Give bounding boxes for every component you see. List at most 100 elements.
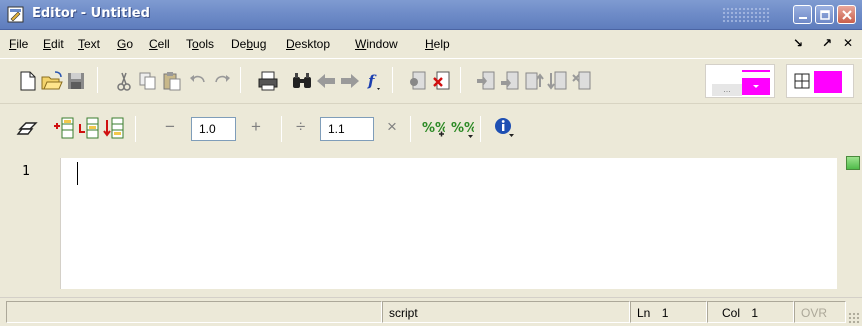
editor-app-icon: [7, 6, 24, 23]
function-button[interactable]: f: [362, 69, 386, 93]
stack-selector[interactable]: ...: [705, 64, 775, 98]
remove-comment-icon: %%: [451, 121, 474, 138]
svg-text:f: f: [367, 72, 377, 90]
menu-cell[interactable]: Cell: [149, 37, 170, 51]
column-value: 1: [751, 306, 759, 320]
step-icon: [477, 71, 495, 90]
stack-placeholder: ...: [712, 84, 742, 96]
print-button[interactable]: [256, 69, 280, 93]
new-document-button[interactable]: [16, 69, 40, 93]
exit-debug-button[interactable]: [570, 69, 594, 93]
back-button[interactable]: [314, 69, 338, 93]
status-message: [6, 301, 382, 323]
menu-help[interactable]: Help: [425, 37, 450, 51]
menu-debug[interactable]: Debug: [231, 37, 266, 51]
dock-arrow-icon[interactable]: ↗: [822, 36, 832, 50]
redo-button[interactable]: [210, 69, 234, 93]
menu-tools[interactable]: Tools: [186, 37, 214, 51]
window-title: Editor - Untitled: [32, 6, 150, 21]
close-icon: [842, 10, 852, 20]
paste-button[interactable]: [160, 69, 184, 93]
menu-desktop[interactable]: Desktop: [286, 37, 330, 51]
multiply-button[interactable]: ×: [387, 117, 397, 137]
forward-button[interactable]: [338, 69, 362, 93]
divide-button[interactable]: ÷: [296, 117, 305, 137]
save-button[interactable]: [64, 69, 88, 93]
status-column: Col 1: [707, 301, 794, 323]
step-in-button[interactable]: [498, 69, 522, 93]
menu-edit[interactable]: Edit: [43, 37, 64, 51]
svg-text:%%: %%: [451, 121, 474, 136]
right-margin: [839, 158, 862, 289]
cell-mode-button[interactable]: [16, 117, 40, 141]
status-mode: script: [382, 301, 630, 323]
set-breakpoint-button[interactable]: [406, 69, 430, 93]
clear-breakpoint-button[interactable]: [430, 69, 454, 93]
open-button[interactable]: [40, 69, 64, 93]
editor-area: 1: [0, 154, 862, 297]
menu-text[interactable]: Text: [78, 37, 100, 51]
remove-comment-button[interactable]: %%: [450, 117, 474, 141]
cut-button[interactable]: [112, 69, 136, 93]
chevron-down-icon: [753, 85, 759, 88]
code-analyzer-indicator[interactable]: [846, 156, 860, 170]
divide-value-field[interactable]: 1.1: [320, 117, 374, 141]
undo-icon: [190, 75, 205, 83]
clear-breakpoint-icon: [433, 71, 450, 90]
line-value: 1: [661, 306, 669, 320]
save-icon: [68, 73, 84, 89]
info-button[interactable]: [493, 116, 517, 140]
minimize-icon: [799, 17, 807, 19]
cell-toolbar: − 1.0 + ÷ 1.1 × %% %%: [0, 103, 862, 153]
decrement-button[interactable]: −: [165, 117, 175, 137]
toolbar-separator: [281, 116, 282, 142]
maximize-button[interactable]: [815, 5, 834, 24]
overwrite-indicator: OVR: [794, 301, 846, 323]
eval-cell-button[interactable]: [77, 116, 101, 140]
toolbar-separator: [97, 67, 98, 93]
step-button[interactable]: [474, 69, 498, 93]
redo-icon: [215, 75, 230, 83]
copy-icon: [139, 72, 156, 90]
dock-layout-icon[interactable]: [814, 71, 842, 91]
info-icon: [495, 118, 514, 137]
toolbar-separator: [460, 67, 461, 93]
eval-cell-icon: [79, 117, 99, 139]
layout-panel: [786, 64, 854, 98]
eval-advance-button[interactable]: [102, 116, 126, 140]
title-bar[interactable]: Editor - Untitled: [0, 0, 862, 30]
undo-button[interactable]: [186, 69, 210, 93]
cut-icon: [117, 72, 131, 91]
line-number-gutter: 1: [0, 154, 60, 289]
find-button[interactable]: [290, 69, 314, 93]
back-icon: [317, 74, 335, 88]
close-document-icon[interactable]: ✕: [843, 36, 853, 50]
magenta-rule: [814, 91, 842, 93]
code-text-area[interactable]: [60, 158, 837, 289]
insert-comment-button[interactable]: %%: [421, 117, 445, 141]
column-label: Col: [722, 306, 741, 320]
continue-button[interactable]: [546, 69, 570, 93]
grid-layout-icon[interactable]: [794, 73, 812, 91]
toolbar-separator: [480, 116, 481, 142]
copy-button[interactable]: [136, 69, 160, 93]
resize-grip[interactable]: [848, 312, 860, 324]
minimize-button[interactable]: [793, 5, 812, 24]
insert-cell-button[interactable]: [52, 116, 76, 140]
status-line: Ln 1: [630, 301, 707, 323]
magenta-rule: [742, 70, 770, 72]
menu-go[interactable]: Go: [117, 37, 133, 51]
toolbar-separator: [392, 67, 393, 93]
menu-file[interactable]: File: [9, 37, 28, 51]
close-button[interactable]: [837, 5, 856, 24]
exit-debug-icon: [572, 71, 591, 90]
step-out-button[interactable]: [522, 69, 546, 93]
line-label: Ln: [637, 306, 651, 320]
function-icon: f: [367, 72, 380, 90]
menu-window[interactable]: Window: [355, 37, 398, 51]
undock-arrow-icon[interactable]: ↘: [793, 36, 803, 50]
step-in-icon: [501, 71, 519, 90]
decrement-value-field[interactable]: 1.0: [191, 117, 236, 141]
increment-button[interactable]: +: [251, 117, 261, 137]
stack-dropdown-button[interactable]: [742, 78, 770, 95]
